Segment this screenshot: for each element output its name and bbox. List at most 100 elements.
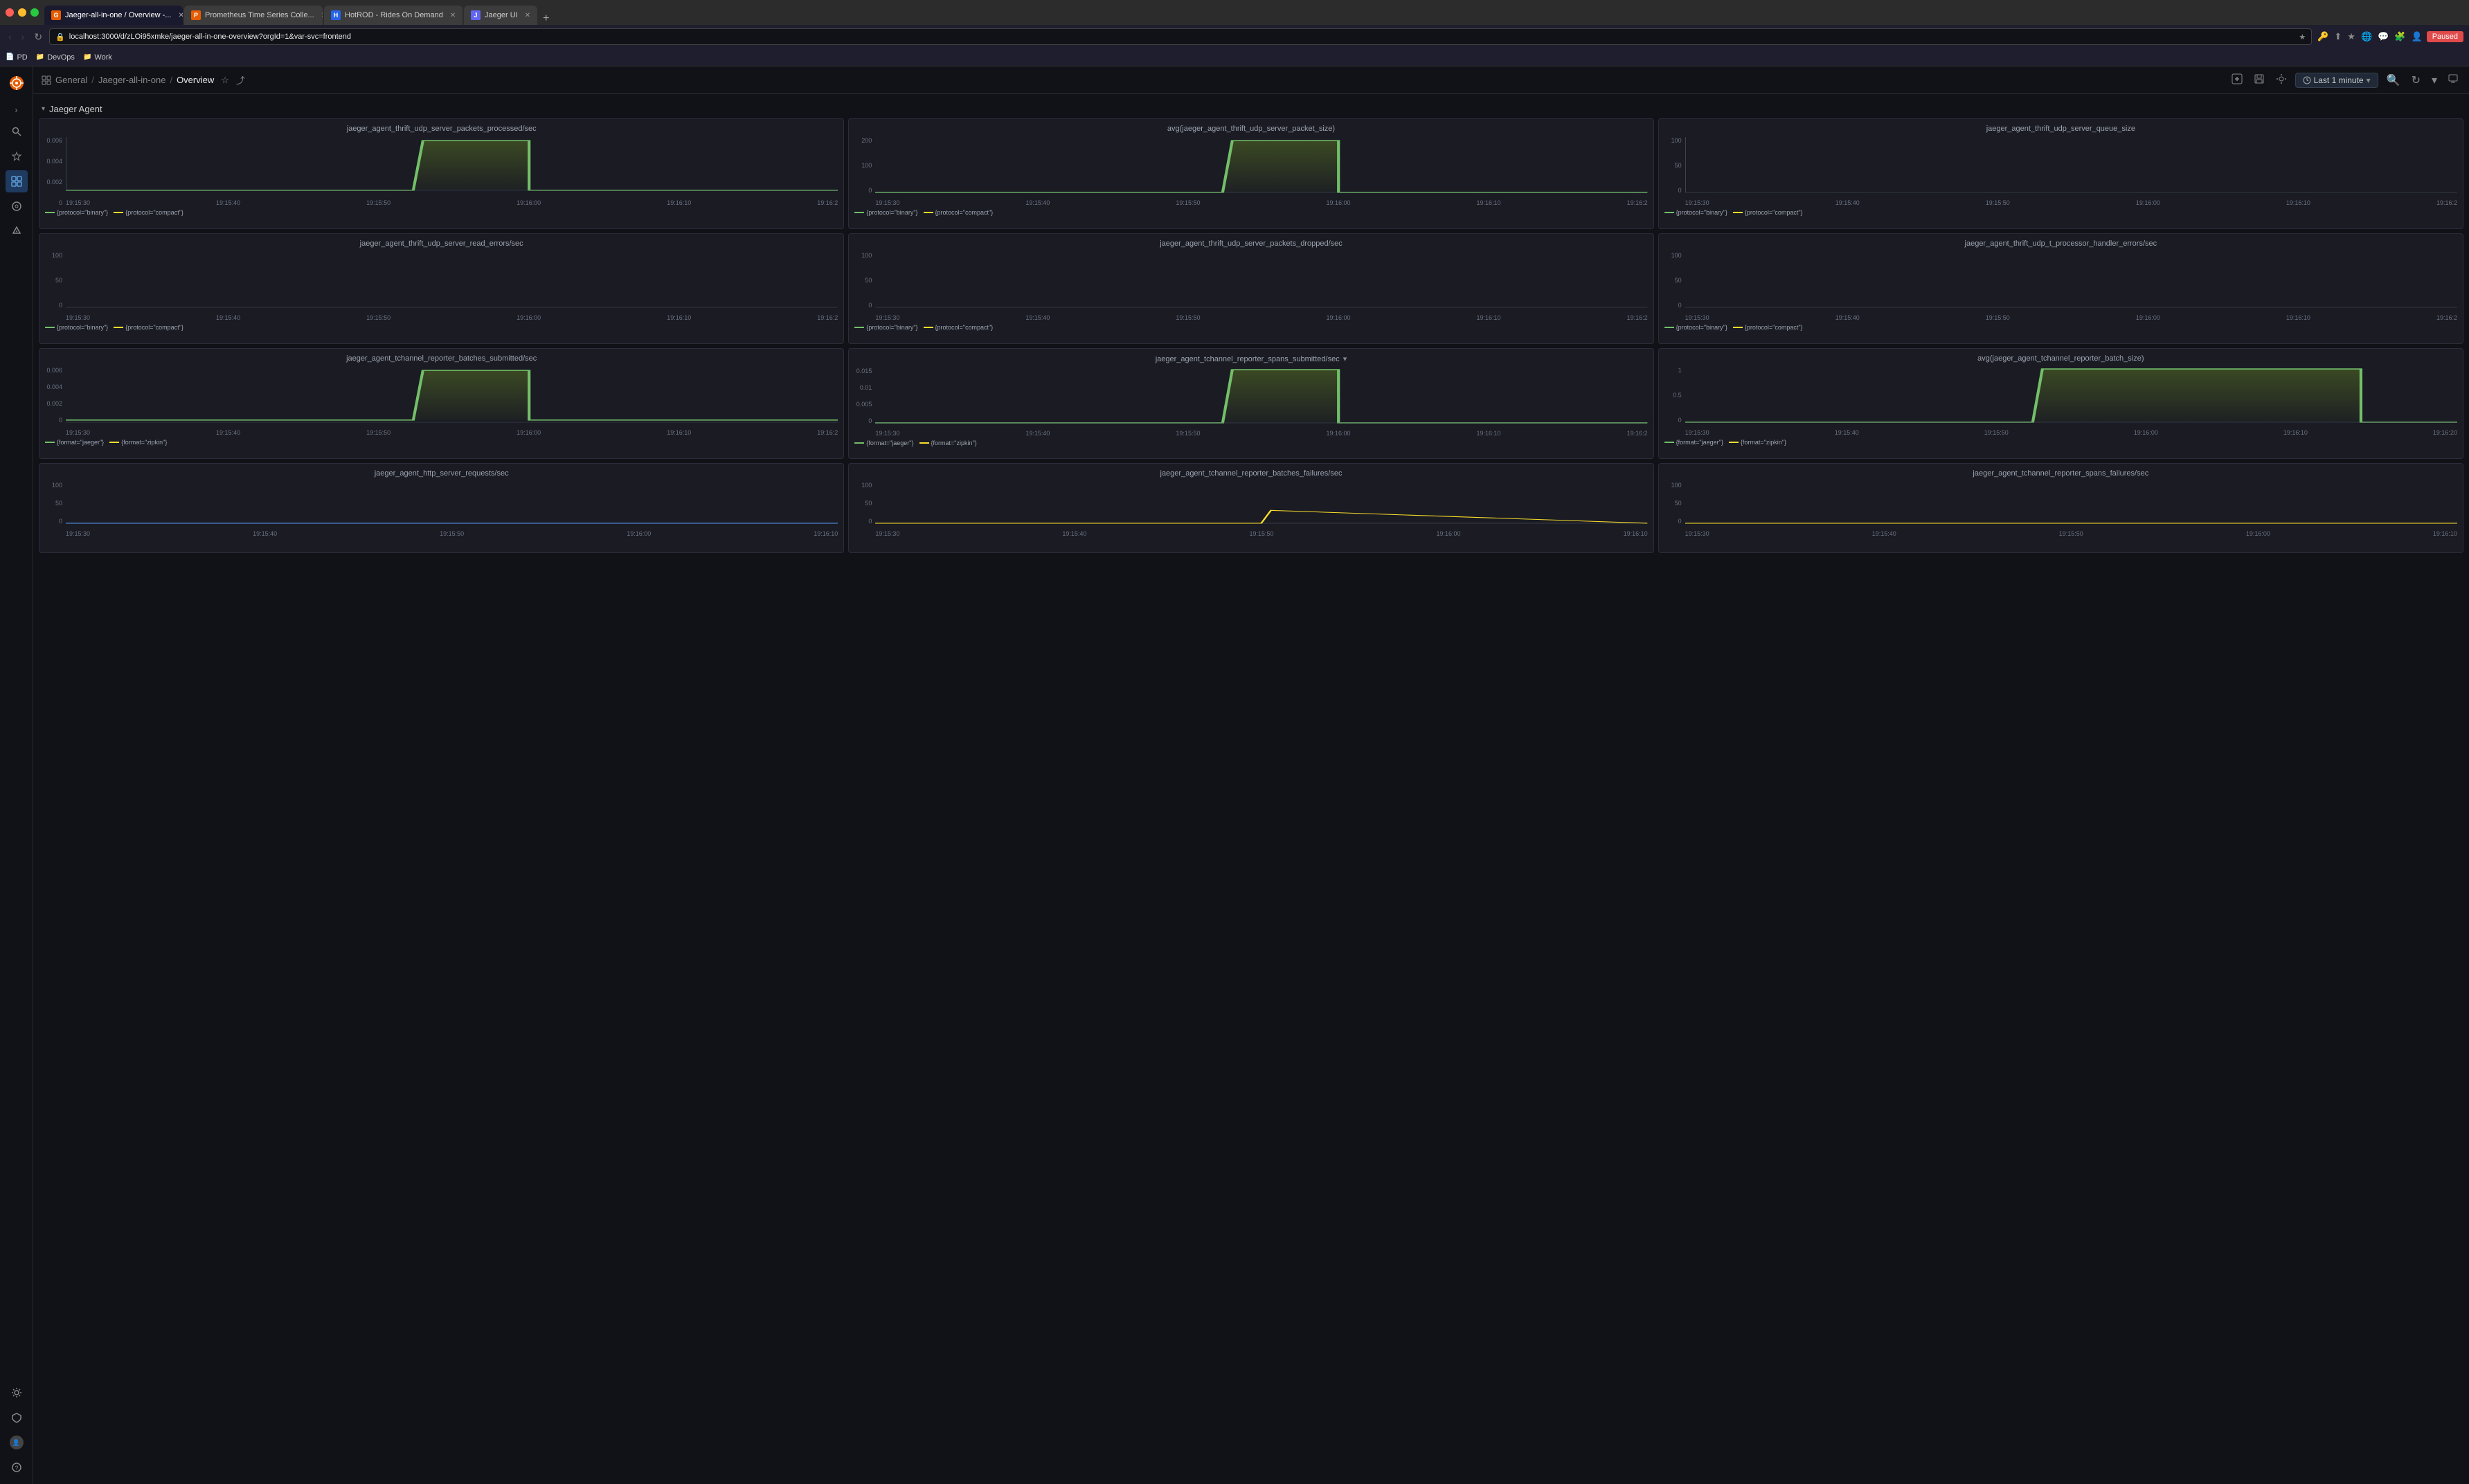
chart-area-6: 100500 19:15:3019:15:4019:15:5019:16:001… — [1664, 252, 2457, 321]
browser-toolbar: 🔑 ⬆ ★ 🌐 💬 🧩 👤 Paused — [2316, 30, 2463, 44]
pd-icon: 📄 — [6, 53, 14, 61]
sidebar-item-profile[interactable]: 👤 — [6, 1431, 28, 1454]
sidebar-item-alerting[interactable] — [6, 220, 28, 242]
dashboard-icon — [42, 75, 51, 85]
window-minimize-btn[interactable] — [18, 8, 26, 17]
sidebar-item-shield[interactable] — [6, 1406, 28, 1429]
forward-button[interactable]: › — [19, 30, 28, 44]
legend-9: {format="jaeger"} {format="zipkin"} — [1664, 439, 2457, 446]
browser-tabs: G Jaeger-all-in-one / Overview -... ✕ P … — [44, 0, 2463, 25]
panel-title-12: jaeger_agent_tchannel_reporter_spans_fai… — [1664, 469, 2457, 478]
breadcrumb-general[interactable]: General — [55, 75, 87, 85]
chart-area-9: 10.50 19:15:3019:15:4019:15:5019:16:0019… — [1664, 367, 2457, 436]
zoom-out-button[interactable]: 🔍 — [2384, 71, 2403, 90]
devops-icon: 📁 — [36, 53, 44, 61]
panel-spans-failures: jaeger_agent_tchannel_reporter_spans_fai… — [1658, 463, 2463, 553]
reload-button[interactable]: ↻ — [31, 30, 45, 44]
top-bar: General / Jaeger-all-in-one / Overview ☆… — [33, 66, 2469, 94]
extensions-icon[interactable]: 🔑 — [2316, 30, 2330, 44]
tab-jaeger[interactable]: J Jaeger UI ✕ — [464, 6, 537, 25]
new-tab-button[interactable]: + — [539, 12, 553, 25]
sidebar-item-starred[interactable] — [6, 145, 28, 168]
breadcrumb: General / Jaeger-all-in-one / Overview ☆… — [42, 73, 2223, 87]
bookmark-work[interactable]: 📁 Work — [83, 53, 112, 62]
chart-area-8: 0.0150.010.0050 19:15:3019:15:4019:15:50… — [854, 368, 1647, 437]
puzzle-icon[interactable]: 🧩 — [2393, 30, 2407, 44]
time-range-label: Last 1 minute — [2314, 75, 2364, 85]
panel-batch-size: avg(jaeger_agent_tchannel_reporter_batch… — [1658, 348, 2463, 459]
panel-grid-row1: jaeger_agent_thrift_udp_server_packets_p… — [39, 118, 2463, 229]
messaging-icon[interactable]: 💬 — [2376, 30, 2390, 44]
panel-packets-dropped: jaeger_agent_thrift_udp_server_packets_d… — [848, 233, 1653, 344]
panel-title-10: jaeger_agent_http_server_requests/sec — [45, 469, 838, 478]
time-range-chevron: ▾ — [2367, 75, 2371, 85]
share-icon[interactable]: ⬆ — [2333, 30, 2343, 44]
sidebar-toggle[interactable]: › — [12, 102, 21, 118]
browser-chrome: G Jaeger-all-in-one / Overview -... ✕ P … — [0, 0, 2469, 25]
bookmark-devops-label: DevOps — [47, 53, 75, 62]
chart-area-5: 100500 19:15:3019:15:4019:15:5019:16:001… — [854, 252, 1647, 321]
section-title-jaeger-agent: Jaeger Agent — [49, 104, 102, 114]
y-axis-1: 0.0060.0040.0020 — [45, 137, 64, 206]
chart-area-12: 100500 19:15:3019:15:4019:15:5019:16:001… — [1664, 482, 2457, 537]
star-icon[interactable]: ☆ — [221, 75, 229, 86]
chart-area-11: 100500 19:15:3019:15:4019:15:5019:16:001… — [854, 482, 1647, 537]
dashboard-settings-button[interactable] — [2273, 72, 2290, 88]
chart-area-3: 100500 19:15:3019:15:4019:15:5019:16:001… — [1664, 137, 2457, 206]
tab-hotrod[interactable]: H HotROD - Rides On Demand ✕ — [324, 6, 463, 25]
window-maximize-btn[interactable] — [30, 8, 39, 17]
legend-4: {protocol="binary"} {protocol="compact"} — [45, 324, 838, 331]
tab-hotrod-close[interactable]: ✕ — [450, 12, 456, 19]
translate-icon[interactable]: 🌐 — [2360, 30, 2373, 44]
panel-packets-processed: jaeger_agent_thrift_udp_server_packets_p… — [39, 118, 844, 229]
time-range-button[interactable]: Last 1 minute ▾ — [2295, 73, 2378, 88]
window-close-btn[interactable] — [6, 8, 14, 17]
profile-icon[interactable]: 👤 — [2410, 30, 2424, 44]
panel-processor-errors: jaeger_agent_thrift_udp_t_processor_hand… — [1658, 233, 2463, 344]
tab-jaeger-close[interactable]: ✕ — [525, 12, 530, 19]
tab-prometheus-close[interactable]: ✕ — [321, 12, 323, 19]
back-button[interactable]: ‹ — [6, 30, 15, 44]
grafana-logo[interactable] — [6, 72, 28, 94]
legend-item-compact: {protocol="compact"} — [114, 209, 183, 216]
panel-title-9: avg(jaeger_agent_tchannel_reporter_batch… — [1664, 354, 2457, 363]
legend-3: {protocol="binary"} {protocol="compact"} — [1664, 209, 2457, 216]
bookmarks-bar: 📄 PD 📁 DevOps 📁 Work — [0, 48, 2469, 66]
bookmark-icon[interactable]: ★ — [2346, 30, 2357, 44]
panel-title-11: jaeger_agent_tchannel_reporter_batches_f… — [854, 469, 1647, 478]
x-axis-1: 19:15:3019:15:4019:15:5019:16:0019:16:10… — [66, 199, 838, 206]
bookmark-devops[interactable]: 📁 DevOps — [36, 53, 75, 62]
section-header-jaeger-agent[interactable]: ▾ Jaeger Agent — [39, 100, 2463, 118]
sidebar-item-dashboards[interactable] — [6, 170, 28, 192]
share-dashboard-icon[interactable]: ⤴ — [236, 73, 245, 87]
legend-2: {protocol="binary"} {protocol="compact"} — [854, 209, 1647, 216]
sidebar-item-explore[interactable] — [6, 195, 28, 217]
top-bar-actions: Last 1 minute ▾ 🔍 ↻ ▾ — [2229, 71, 2461, 90]
sidebar-item-search[interactable] — [6, 120, 28, 143]
tab-hotrod-label: HotROD - Rides On Demand — [345, 11, 443, 19]
legend-1: {protocol="binary"} {protocol="compact"} — [45, 209, 838, 216]
main-content: General / Jaeger-all-in-one / Overview ☆… — [33, 66, 2469, 1484]
legend-7: {format="jaeger"} {format="zipkin"} — [45, 439, 838, 446]
bookmark-pd[interactable]: 📄 PD — [6, 53, 28, 62]
address-bar[interactable]: 🔒 localhost:3000/d/zLOi95xmke/jaeger-all… — [49, 28, 2312, 45]
tab-grafana[interactable]: G Jaeger-all-in-one / Overview -... ✕ — [44, 6, 183, 25]
sidebar-item-help[interactable]: ? — [6, 1456, 28, 1478]
paused-button[interactable]: Paused — [2427, 31, 2463, 42]
refresh-dropdown-button[interactable]: ▾ — [2429, 71, 2440, 90]
add-panel-button[interactable] — [2229, 72, 2245, 88]
tv-mode-button[interactable] — [2445, 71, 2461, 89]
refresh-button[interactable]: ↻ — [2409, 71, 2423, 90]
work-icon: 📁 — [83, 53, 91, 61]
panel-title-4: jaeger_agent_thrift_udp_server_read_erro… — [45, 239, 838, 248]
panel-dropdown-arrow[interactable]: ▾ — [1343, 355, 1347, 363]
breadcrumb-jaeger[interactable]: Jaeger-all-in-one — [98, 75, 166, 85]
tab-prometheus[interactable]: P Prometheus Time Series Colle... ✕ — [184, 6, 323, 25]
panel-title-5: jaeger_agent_thrift_udp_server_packets_d… — [854, 239, 1647, 248]
tab-grafana-close[interactable]: ✕ — [178, 12, 183, 19]
panel-http-requests: jaeger_agent_http_server_requests/sec 10… — [39, 463, 844, 553]
sidebar-item-settings[interactable] — [6, 1382, 28, 1404]
tab-jaeger-label: Jaeger UI — [485, 11, 518, 19]
breadcrumb-overview: Overview — [177, 75, 214, 85]
save-dashboard-button[interactable] — [2251, 72, 2268, 88]
